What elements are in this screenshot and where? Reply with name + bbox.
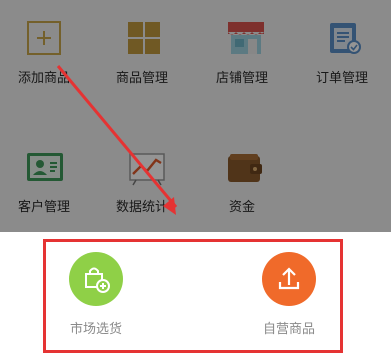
- modal-overlay[interactable]: [0, 0, 391, 232]
- annotation-highlight-box: [43, 239, 343, 353]
